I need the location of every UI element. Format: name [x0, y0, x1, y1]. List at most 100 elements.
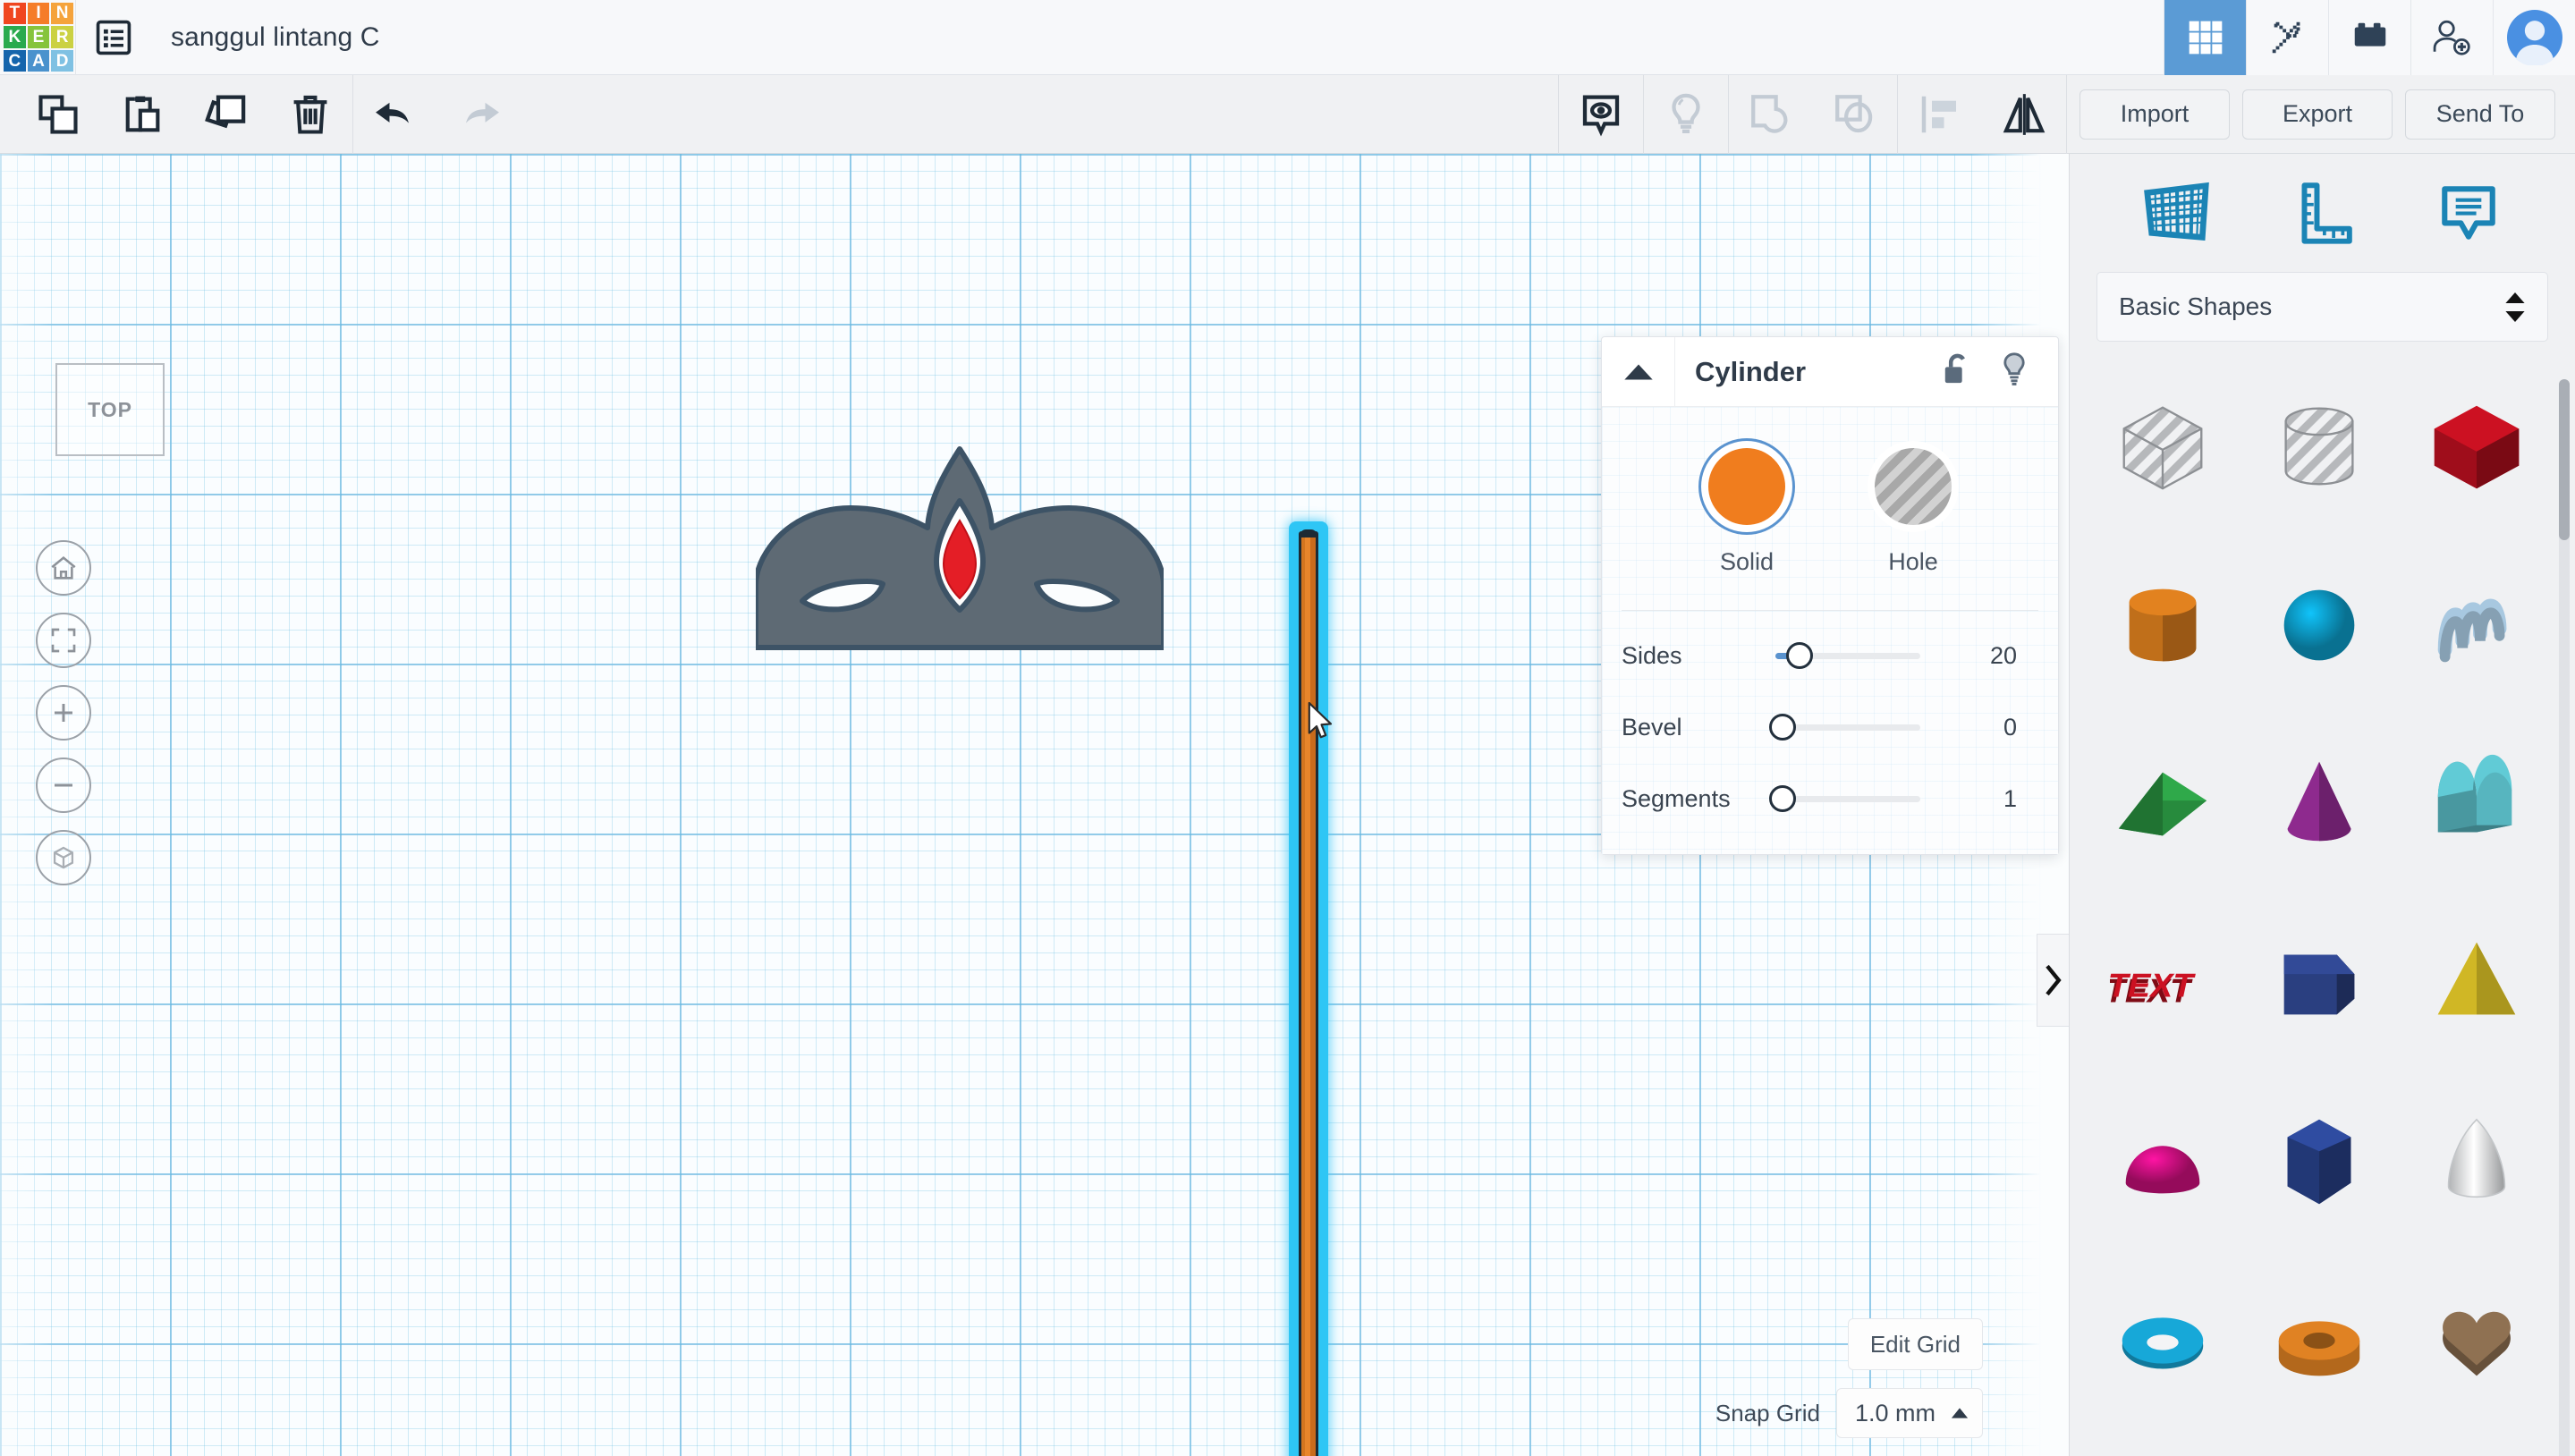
bevel-slider-knob[interactable] — [1769, 714, 1796, 741]
inspector-header: Cylinder — [1602, 336, 2058, 407]
lightbulb-icon[interactable] — [1999, 351, 2029, 392]
shape-roof[interactable] — [2084, 723, 2241, 885]
shape-round-roof[interactable] — [2241, 1259, 2399, 1422]
align-button[interactable] — [1898, 75, 1982, 154]
shapes-scroll-area[interactable]: TEXT TEXT — [2070, 342, 2575, 1456]
home-view-button[interactable] — [36, 540, 91, 596]
avatar[interactable] — [2493, 0, 2575, 75]
shape-paraboloid[interactable] — [2398, 1080, 2555, 1243]
undo-arrow-icon — [376, 102, 409, 123]
highlight-button[interactable] — [1644, 75, 1728, 154]
zoom-out-button[interactable] — [36, 758, 91, 813]
logo-cell-r-5: R — [51, 26, 73, 48]
redo-button[interactable] — [437, 75, 521, 154]
segments-slider-knob[interactable] — [1769, 785, 1796, 812]
lightbulb-icon — [1672, 93, 1700, 133]
segments-slider-track[interactable] — [1769, 781, 1945, 817]
ruler-button[interactable] — [2279, 169, 2367, 257]
document-list-icon[interactable] — [76, 0, 151, 75]
grid-3x3-icon — [2189, 21, 2222, 54]
add-person-icon — [2433, 20, 2470, 55]
snap-grid-control: Snap Grid 1.0 mm — [1715, 1388, 1983, 1438]
shape-inspector-panel: Cylinder Solid Hole Sides 20 Bevel 0 Seg… — [1601, 336, 2059, 855]
tiara-shape[interactable] — [753, 442, 1166, 655]
inspector-collapse-button[interactable] — [1602, 336, 1675, 407]
page-title[interactable]: sanggul lintang C — [171, 22, 380, 53]
duplicate-button[interactable] — [184, 75, 268, 154]
hole-swatch-circle — [1875, 448, 1952, 525]
delete-button[interactable] — [268, 75, 352, 154]
lego-brick-icon — [2354, 22, 2385, 47]
clipboard-paste-icon — [125, 96, 160, 131]
view-cube[interactable]: TOP — [55, 363, 165, 456]
snap-grid-select[interactable]: 1.0 mm — [1835, 1388, 1983, 1438]
ungroup-button[interactable] — [1813, 75, 1897, 154]
segments-slider-value: 1 — [2003, 784, 2017, 812]
send-to-button[interactable]: Send To — [2405, 89, 2555, 140]
fit-to-view-button[interactable] — [36, 613, 91, 668]
mirror-button[interactable] — [1982, 75, 2066, 154]
paste-button[interactable] — [100, 75, 184, 154]
blocks-button[interactable] — [2328, 0, 2410, 75]
triangle-up-icon — [1951, 1408, 1969, 1418]
segments-slider[interactable]: Segments 1 — [1602, 763, 2058, 834]
perspective-toggle-button[interactable] — [36, 830, 91, 885]
main-toolbar: Import Export Send To — [0, 74, 2575, 154]
shape-box[interactable] — [2398, 365, 2555, 528]
workplane-grid-icon — [2143, 182, 2209, 241]
zoom-in-button[interactable] — [36, 685, 91, 741]
fit-frame-icon — [51, 628, 76, 653]
edit-grid-button[interactable]: Edit Grid — [1847, 1318, 1983, 1370]
hole-swatch[interactable]: Hole — [1875, 448, 1952, 576]
shape-wedge[interactable] — [2241, 902, 2399, 1064]
group-button[interactable] — [1729, 75, 1813, 154]
show-hide-button[interactable] — [1559, 75, 1643, 154]
toolbar-divider-6 — [2066, 74, 2067, 154]
panel-collapse-tab[interactable] — [2037, 934, 2069, 1027]
shape-category-select[interactable]: Basic Shapes — [2096, 272, 2548, 342]
unlocked-padlock-icon[interactable] — [1942, 352, 1972, 391]
invite-button[interactable] — [2410, 0, 2493, 75]
shapes-scrollbar[interactable] — [2559, 379, 2570, 1456]
shape-cylinder[interactable] — [2084, 544, 2241, 707]
tinkercad-app: TINKERCAD sanggul lintang C Import Expor… — [0, 0, 2575, 1456]
shape-heart[interactable] — [2398, 1259, 2555, 1422]
shape-cone[interactable] — [2241, 723, 2399, 885]
shape-scribble[interactable] — [2398, 544, 2555, 707]
sides-slider-knob[interactable] — [1786, 642, 1814, 669]
sides-slider-track[interactable] — [1775, 638, 1945, 673]
shape-box-hole[interactable] — [2084, 365, 2241, 528]
gallery-grid-button[interactable] — [2164, 0, 2246, 75]
shape-torus[interactable] — [2084, 1259, 2241, 1422]
hole-swatch-label: Hole — [1888, 548, 1938, 575]
shape-text[interactable]: TEXT TEXT — [2084, 902, 2241, 1064]
notes-button[interactable] — [2425, 169, 2512, 257]
cylinder-shape[interactable] — [1292, 525, 1325, 1456]
sides-slider-label: Sides — [1622, 641, 1682, 669]
import-button[interactable]: Import — [2079, 89, 2230, 140]
shapes-scrollbar-thumb[interactable] — [2559, 379, 2570, 540]
minus-icon — [55, 783, 72, 787]
shape-sphere[interactable] — [2241, 544, 2399, 707]
undo-button[interactable] — [353, 75, 437, 154]
solid-swatch[interactable]: Solid — [1708, 448, 1785, 576]
export-button[interactable]: Export — [2242, 89, 2393, 140]
workplane-button[interactable] — [2133, 169, 2221, 257]
shape-pyramid[interactable] — [2398, 902, 2555, 1064]
align-icon — [1921, 96, 1956, 132]
cube-ortho-icon — [53, 846, 74, 869]
shape-cylinder-hole[interactable] — [2241, 365, 2399, 528]
shape-polygon[interactable] — [2241, 1080, 2399, 1243]
plus-icon — [55, 704, 72, 722]
tinkercad-logo[interactable]: TIN KER CAD — [2, 1, 75, 74]
cylinder-body — [1299, 531, 1318, 1456]
bevel-slider[interactable]: Bevel 0 — [1602, 691, 2058, 763]
triangle-up-icon — [1623, 364, 1653, 379]
sides-slider[interactable]: Sides 20 — [1602, 620, 2058, 691]
shape-half-sphere[interactable] — [2084, 1080, 2241, 1243]
shape-tube[interactable] — [2398, 723, 2555, 885]
minecraft-button[interactable] — [2246, 0, 2328, 75]
3d-canvas[interactable]: TOP Edit Grid Snap Grid 1.0 mm Cylinder … — [0, 154, 2069, 1456]
copy-button[interactable] — [16, 75, 100, 154]
bevel-slider-track[interactable] — [1769, 709, 1945, 745]
